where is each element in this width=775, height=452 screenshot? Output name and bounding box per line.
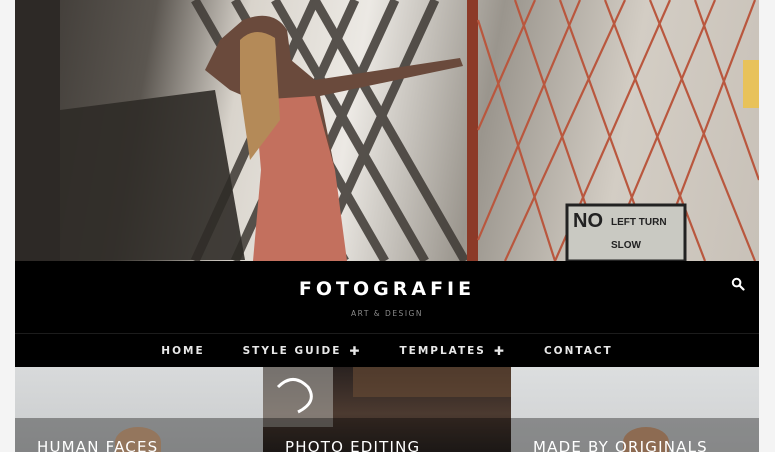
nav-item-home[interactable]: HOME (161, 345, 204, 357)
sign-no-text: NO (573, 210, 603, 232)
card-title[interactable]: HUMAN FACES (37, 438, 158, 452)
card-title[interactable]: MADE BY ORIGINALS (533, 438, 708, 452)
search-button[interactable] (731, 276, 745, 291)
site-header: FOTOGRAFIE ART & DESIGN HOME STYLE GUIDE… (15, 261, 759, 367)
card-human-faces[interactable]: HUMAN FACES (15, 367, 263, 452)
nav-item-templates[interactable]: TEMPLATES ✚ (399, 344, 505, 358)
feature-cards: HUMAN FACES PHOTO EDITING MADE BY ORIGIN… (15, 367, 759, 452)
site-tagline: ART & DESIGN (351, 309, 423, 318)
search-icon (731, 277, 745, 291)
plus-icon[interactable]: ✚ (494, 344, 506, 358)
nav-item-contact[interactable]: CONTACT (544, 345, 613, 357)
hero-image: NO LEFT TURN SLOW (15, 0, 759, 261)
site-title[interactable]: FOTOGRAFIE (15, 278, 759, 300)
nav-item-label: TEMPLATES (399, 344, 486, 357)
card-title[interactable]: PHOTO EDITING (285, 438, 420, 452)
plus-icon[interactable]: ✚ (349, 344, 361, 358)
main-nav: HOME STYLE GUIDE ✚ TEMPLATES ✚ CONTACT (15, 333, 759, 367)
sign-left-turn-text: LEFT TURN (611, 217, 667, 228)
card-made-by-originals[interactable]: MADE BY ORIGINALS (511, 367, 759, 452)
nav-item-style-guide[interactable]: STYLE GUIDE ✚ (243, 344, 362, 358)
sign-slow-text: SLOW (611, 240, 641, 251)
card-photo-editing[interactable]: PHOTO EDITING (263, 367, 511, 452)
nav-item-label: CONTACT (543, 344, 613, 357)
nav-item-label: STYLE GUIDE (242, 344, 342, 357)
nav-item-label: HOME (161, 344, 205, 357)
